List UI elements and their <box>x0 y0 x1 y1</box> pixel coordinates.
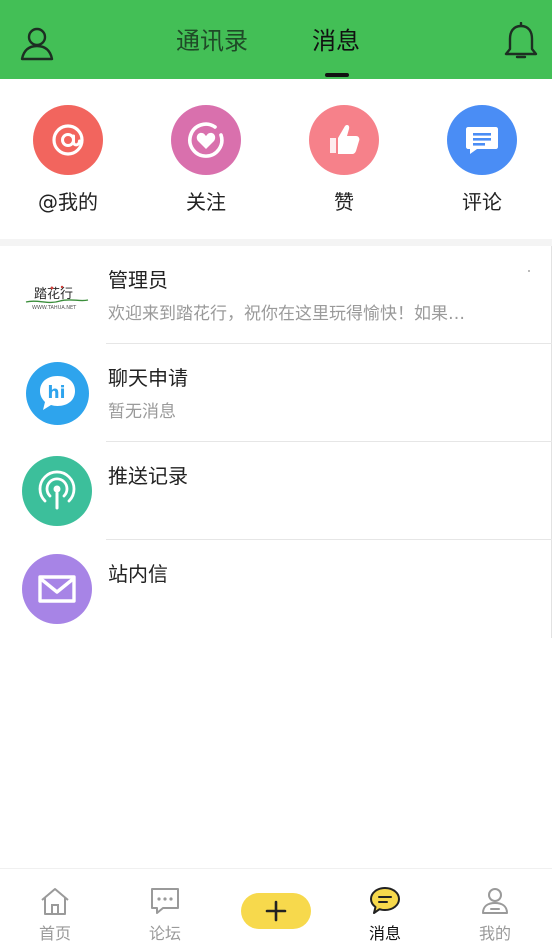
list-item-chat-request[interactable]: hi 聊天申请 暂无消息 <box>0 344 552 442</box>
tab-label: 首页 <box>38 924 71 943</box>
list-item-inbox[interactable]: 站内信 <box>0 540 552 638</box>
comment-icon <box>447 105 517 175</box>
quick-action-like[interactable]: 赞 <box>284 105 404 225</box>
message-title: 管理员 <box>108 268 168 292</box>
add-post-button[interactable] <box>241 893 311 929</box>
tab-messages-bottom[interactable]: 消息 <box>330 869 440 951</box>
tab-label: 我的 <box>478 924 511 943</box>
message-preview: 欢迎来到踏花行，祝你在这里玩得愉快！如果… <box>108 304 465 324</box>
tab-messages[interactable]: 消息 <box>312 24 360 58</box>
quick-action-comment[interactable]: 评论 <box>422 105 542 225</box>
broadcast-icon <box>22 456 92 526</box>
top-bar: 通讯录 消息 <box>0 0 552 79</box>
thumbs-up-icon <box>309 105 379 175</box>
quick-action-label: 赞 <box>334 190 354 214</box>
bell-icon[interactable] <box>502 21 540 62</box>
envelope-icon <box>22 554 92 624</box>
bottom-tab-bar: 首页 论坛 消息 我的 <box>0 868 552 951</box>
unread-dot <box>528 270 530 272</box>
tab-home[interactable]: 首页 <box>0 869 110 951</box>
section-divider <box>0 239 552 246</box>
heart-follow-icon <box>171 105 241 175</box>
active-tab-indicator <box>325 73 349 77</box>
quick-action-label: 评论 <box>462 190 502 214</box>
hi-chat-icon: hi <box>26 362 89 425</box>
tab-forum[interactable]: 论坛 <box>110 869 220 951</box>
quick-action-label: 关注 <box>186 190 226 214</box>
list-item-admin[interactable]: 踏花行 WWW.TAHUA.NET 管理员 欢迎来到踏花行，祝你在这里玩得愉快！… <box>0 246 552 344</box>
quick-action-at-me[interactable]: @我的 <box>8 105 128 225</box>
tab-profile[interactable]: 我的 <box>440 869 550 951</box>
quick-action-label: @我的 <box>38 190 98 214</box>
user-icon[interactable] <box>18 24 56 62</box>
message-title: 推送记录 <box>108 464 188 488</box>
hi-text: hi <box>48 383 66 403</box>
forum-icon <box>151 888 179 914</box>
tab-label: 消息 <box>368 924 401 943</box>
message-preview: 暂无消息 <box>108 402 176 422</box>
tab-label: 论坛 <box>148 924 181 943</box>
message-list: 踏花行 WWW.TAHUA.NET 管理员 欢迎来到踏花行，祝你在这里玩得愉快！… <box>0 246 552 638</box>
profile-icon <box>482 888 508 914</box>
plus-icon <box>265 900 287 922</box>
quick-actions: @我的 关注 赞 评论 <box>0 79 552 239</box>
tahuaxing-logo: 踏花行 WWW.TAHUA.NET <box>24 282 90 312</box>
logo-url: WWW.TAHUA.NET <box>32 305 77 311</box>
at-icon <box>33 105 103 175</box>
message-bubble-icon <box>370 887 400 914</box>
message-title: 聊天申请 <box>108 366 188 390</box>
quick-action-follow[interactable]: 关注 <box>146 105 266 225</box>
home-icon <box>41 888 69 915</box>
list-item-push-records[interactable]: 推送记录 <box>0 442 552 540</box>
message-title: 站内信 <box>108 562 168 586</box>
tab-contacts[interactable]: 通讯录 <box>176 24 248 58</box>
